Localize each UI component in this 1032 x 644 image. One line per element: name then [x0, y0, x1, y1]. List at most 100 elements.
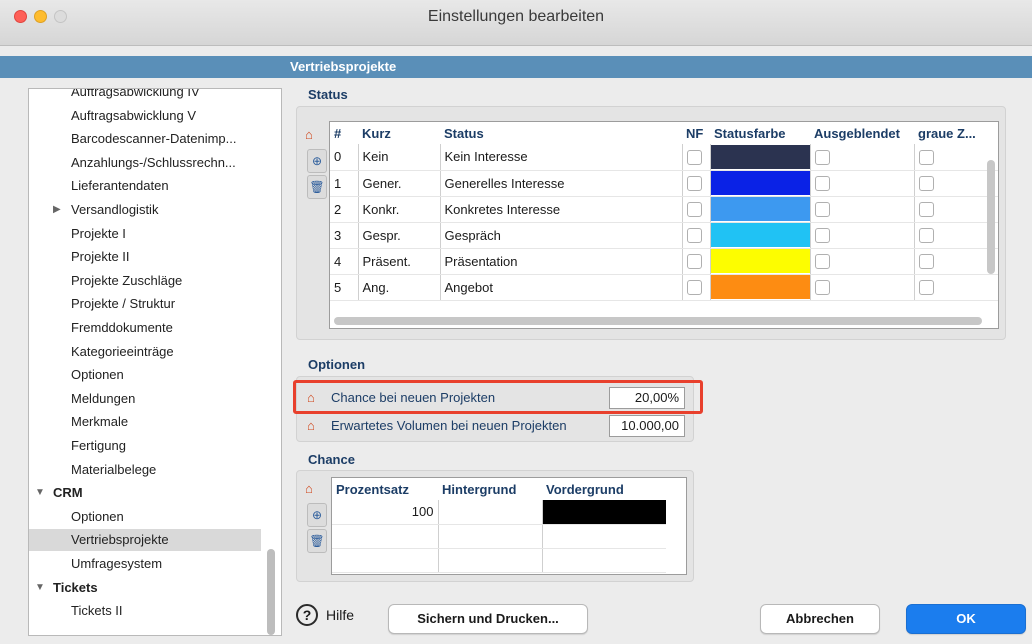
sidebar-item[interactable]: Auftragsabwicklung V	[29, 105, 261, 127]
status-number-cell[interactable]: 3	[330, 222, 359, 249]
chance-column-header[interactable]: Prozentsatz	[332, 478, 438, 500]
status-short-cell[interactable]: Gener.	[358, 170, 441, 197]
status-color-swatch[interactable]	[710, 249, 809, 273]
sidebar-item[interactable]: Merkmale	[29, 411, 261, 433]
status-short-cell[interactable]: Kein	[358, 144, 441, 171]
help-link[interactable]: Hilfe	[326, 607, 354, 623]
status-name-cell[interactable]: Generelles Interesse	[440, 170, 683, 197]
background-cell[interactable]	[438, 524, 543, 549]
chance-column-header[interactable]: Hintergrund	[438, 478, 542, 500]
hidden-cell[interactable]	[810, 144, 915, 171]
sidebar-item[interactable]: Projekte / Struktur	[29, 293, 261, 315]
sidebar-item[interactable]: Umfragesystem	[29, 553, 261, 575]
status-column-header[interactable]: #	[330, 122, 358, 144]
status-color-cell[interactable]	[710, 170, 811, 197]
home-icon[interactable]: ⌂	[307, 418, 315, 433]
nf-checkbox[interactable]	[686, 202, 702, 218]
status-color-swatch[interactable]	[710, 144, 809, 169]
gray-checkbox[interactable]	[918, 149, 934, 165]
sidebar-item[interactable]: Optionen	[29, 506, 261, 528]
sidebar-item[interactable]: Lieferantendaten	[29, 175, 261, 197]
status-name-cell[interactable]: Kein Interesse	[440, 144, 683, 171]
sidebar-item[interactable]: Optionen	[29, 364, 261, 386]
gray-cell[interactable]	[914, 222, 998, 249]
delete-row-button[interactable]: 🗑	[307, 175, 327, 199]
nf-cell[interactable]	[682, 248, 711, 275]
add-chance-row-button[interactable]: ⊕	[307, 503, 327, 527]
home-icon[interactable]: ⌂	[305, 127, 313, 142]
status-number-cell[interactable]: 0	[330, 144, 359, 171]
table-row[interactable]: 0 Kein Kein Interesse	[330, 144, 998, 171]
percent-cell[interactable]	[332, 524, 439, 549]
sidebar-item[interactable]: Kategorieeinträge	[29, 341, 261, 363]
sidebar-item[interactable]: Projekte Zuschläge	[29, 270, 261, 292]
nf-checkbox[interactable]	[686, 176, 702, 192]
nf-cell[interactable]	[682, 274, 711, 301]
status-color-cell[interactable]	[710, 248, 811, 275]
hidden-checkbox[interactable]	[814, 254, 830, 270]
status-color-swatch[interactable]	[710, 197, 809, 221]
table-row[interactable]: 3 Gespr. Gespräch	[330, 222, 998, 249]
foreground-cell[interactable]	[542, 524, 666, 549]
status-number-cell[interactable]: 1	[330, 170, 359, 197]
hidden-cell[interactable]	[810, 222, 915, 249]
sidebar-item[interactable]: Materialbelege	[29, 459, 261, 481]
gray-cell[interactable]	[914, 248, 998, 275]
gray-cell[interactable]	[914, 196, 998, 223]
hidden-checkbox[interactable]	[814, 149, 830, 165]
sidebar-item[interactable]: Anzahlungs-/Schlussrechn...	[29, 152, 261, 174]
hidden-checkbox[interactable]	[814, 176, 830, 192]
status-name-cell[interactable]: Angebot	[440, 274, 683, 301]
hidden-checkbox[interactable]	[814, 280, 830, 296]
nf-checkbox[interactable]	[686, 228, 702, 244]
gray-cell[interactable]	[914, 170, 998, 197]
gray-checkbox[interactable]	[918, 176, 934, 192]
home-icon[interactable]: ⌂	[305, 481, 313, 496]
gray-checkbox[interactable]	[918, 202, 934, 218]
status-number-cell[interactable]: 5	[330, 274, 359, 301]
status-color-swatch[interactable]	[710, 171, 809, 195]
table-row[interactable]: 2 Konkr. Konkretes Interesse	[330, 196, 998, 223]
status-number-cell[interactable]: 4	[330, 248, 359, 275]
status-color-cell[interactable]	[710, 274, 811, 301]
percent-cell[interactable]: 100	[332, 500, 439, 525]
sidebar-item[interactable]: Projekte I	[29, 223, 261, 245]
sidebar-item[interactable]: Fremddokumente	[29, 317, 261, 339]
ok-button[interactable]: OK	[906, 604, 1026, 634]
table-row[interactable]: 5 Ang. Angebot	[330, 274, 998, 301]
status-short-cell[interactable]: Konkr.	[358, 196, 441, 223]
status-short-cell[interactable]: Präsent.	[358, 248, 441, 275]
status-column-header[interactable]: NF	[682, 122, 710, 144]
gray-cell[interactable]	[914, 144, 998, 171]
status-short-cell[interactable]: Gespr.	[358, 222, 441, 249]
nf-cell[interactable]	[682, 144, 711, 171]
sidebar-item[interactable]: Barcodescanner-Datenimp...	[29, 128, 261, 150]
nf-checkbox[interactable]	[686, 149, 702, 165]
sidebar-item[interactable]: Fertigung	[29, 435, 261, 457]
sidebar-item[interactable]: Projekte II	[29, 246, 261, 268]
nf-cell[interactable]	[682, 196, 711, 223]
gray-checkbox[interactable]	[918, 254, 934, 270]
help-icon[interactable]: ?	[296, 604, 318, 626]
status-column-header[interactable]: Statusfarbe	[710, 122, 810, 144]
foreground-cell[interactable]	[542, 500, 666, 525]
disclosure-collapsed-icon[interactable]: ▶	[53, 199, 61, 221]
status-color-swatch[interactable]	[710, 275, 809, 299]
background-cell[interactable]	[438, 548, 543, 573]
foreground-cell[interactable]	[542, 548, 666, 573]
sidebar-item[interactable]: ▼ Tickets	[29, 577, 261, 599]
status-color-cell[interactable]	[710, 144, 811, 171]
status-table-vscroll[interactable]	[987, 160, 995, 274]
status-color-swatch[interactable]	[710, 223, 809, 247]
add-row-button[interactable]: ⊕	[307, 149, 327, 173]
hidden-cell[interactable]	[810, 170, 915, 197]
status-color-cell[interactable]	[710, 222, 811, 249]
disclosure-expanded-icon[interactable]: ▼	[35, 482, 45, 504]
status-color-cell[interactable]	[710, 196, 811, 223]
delete-chance-row-button[interactable]: 🗑	[307, 529, 327, 553]
hidden-checkbox[interactable]	[814, 202, 830, 218]
status-name-cell[interactable]: Gespräch	[440, 222, 683, 249]
disclosure-expanded-icon[interactable]: ▼	[35, 577, 45, 599]
status-column-header[interactable]: graue Z...	[914, 122, 998, 144]
sidebar-item[interactable]: ▶ Versandlogistik	[29, 199, 261, 221]
